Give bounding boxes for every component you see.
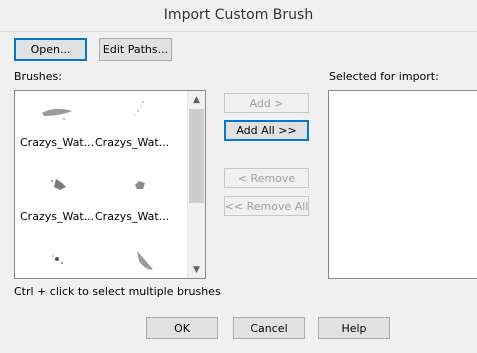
scrollbar-thumb[interactable] [189, 109, 204, 203]
brush-streak-thumbnail-icon [137, 251, 153, 270]
edit-paths-button[interactable]: Edit Paths... [99, 38, 172, 61]
brush-item[interactable]: Crazys_Wat... [20, 173, 96, 231]
brush-item[interactable]: Crazys_Wat... [95, 99, 171, 157]
open-button[interactable]: Open... [14, 38, 87, 61]
selected-list[interactable] [328, 90, 477, 279]
brush-dots-thumbnail-icon [52, 255, 63, 264]
brush-item[interactable]: Crazys_Wat... [20, 99, 96, 157]
brush-item-label: Crazys_Wat... [20, 136, 95, 149]
remove-all-button[interactable]: << Remove All [224, 196, 309, 216]
window-title: Import Custom Brush [163, 7, 314, 23]
brushes-list[interactable]: Crazys_Wat... Crazys_Wat... Crazys_Wat..… [14, 90, 206, 279]
ok-button[interactable]: OK [146, 317, 218, 339]
remove-button[interactable]: < Remove [224, 168, 309, 188]
brush-item-label: Crazys_Wat... [95, 210, 170, 223]
help-button[interactable]: Help [318, 317, 390, 339]
selected-label: Selected for import: [329, 70, 439, 83]
add-button[interactable]: Add > [224, 93, 309, 113]
brushes-scrollbar[interactable]: ▲ ▼ [187, 91, 205, 278]
multi-select-hint: Ctrl + click to select multiple brushes [14, 285, 221, 298]
brushes-label: Brushes: [14, 70, 62, 83]
brush-stroke-thumbnail-icon [42, 108, 72, 120]
brush-item-label: Crazys_Wat... [95, 136, 170, 149]
brush-blot-thumbnail-icon [135, 181, 145, 189]
add-all-button[interactable]: Add All >> [224, 120, 309, 141]
chevron-down-icon[interactable]: ▼ [188, 261, 205, 278]
brush-item[interactable]: Crazys_Wat... [95, 173, 171, 231]
brush-blot-thumbnail-icon [51, 179, 66, 190]
chevron-up-icon[interactable]: ▲ [188, 91, 205, 108]
cancel-button[interactable]: Cancel [233, 317, 305, 339]
brush-splatter-thumbnail-icon [134, 101, 144, 116]
brush-item-label: Crazys_Wat... [20, 210, 95, 223]
title-bar[interactable]: Import Custom Brush [0, 0, 477, 32]
